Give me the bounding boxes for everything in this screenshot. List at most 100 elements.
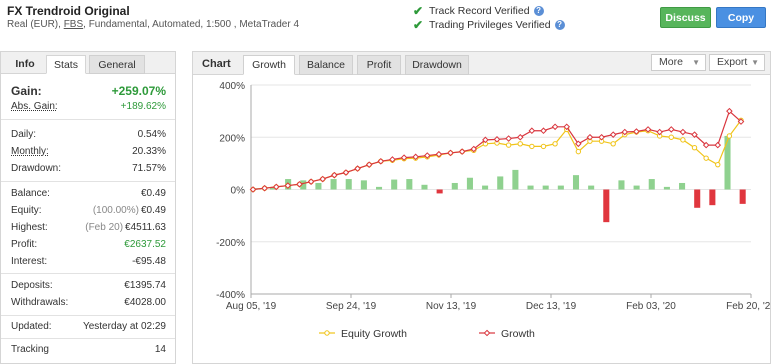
system-subtitle: Real (EUR), FBS, Fundamental, Automated,…	[7, 19, 300, 30]
profit-bar	[360, 180, 367, 190]
data-point	[656, 128, 663, 136]
monthly-row: Monthly: 20.33%	[11, 146, 166, 157]
profit-bar	[542, 185, 549, 190]
x-tick-label: Nov 13, '19	[426, 301, 477, 312]
data-point	[528, 127, 536, 135]
data-point	[714, 141, 722, 149]
help-icon[interactable]: ?	[554, 20, 565, 30]
data-point	[726, 133, 733, 139]
copy-button[interactable]: Copy	[716, 7, 766, 28]
profit-bar	[527, 185, 534, 190]
tab-drawdown[interactable]: Drawdown	[405, 55, 469, 75]
caret-down-icon: ▼	[751, 58, 759, 67]
stats-tabs: Info Stats General	[1, 52, 175, 74]
data-point	[610, 141, 616, 147]
highest-row: Highest: (Feb 20) €4511.63	[11, 222, 166, 233]
legend-label: Equity Growth	[341, 328, 407, 340]
series-line-growth	[252, 110, 742, 191]
divider	[1, 181, 175, 182]
profit-bar	[739, 189, 746, 204]
caret-down-icon: ▼	[692, 58, 700, 67]
track-record-verified: ✔ Track Record Verified ?	[413, 4, 544, 18]
system-title: FX Trendroid Original	[7, 4, 130, 18]
profit-bar	[557, 185, 564, 190]
broker-link[interactable]: FBS	[64, 19, 83, 30]
data-point	[680, 137, 686, 143]
profit-bar	[663, 186, 670, 190]
data-point	[551, 123, 559, 131]
chart-tabs: Chart Growth Balance Profit Drawdown Mor…	[193, 52, 770, 75]
y-tick-label: 0%	[231, 186, 246, 197]
stats-panel: Info Stats General Gain: +259.07% Abs. G…	[0, 51, 176, 364]
profit-bar	[572, 175, 580, 190]
profit-bar	[345, 179, 352, 190]
profit-bar	[648, 179, 655, 190]
data-point	[505, 142, 512, 148]
profit-bar	[482, 185, 489, 190]
profit-bar	[436, 189, 443, 194]
profit-bar	[451, 182, 458, 190]
profit-bar	[421, 184, 428, 190]
balance-row: Balance: €0.49	[11, 188, 166, 199]
profit-bar	[406, 179, 413, 190]
divider	[1, 315, 175, 316]
tab-general[interactable]: General	[89, 55, 145, 74]
x-tick-label: Aug 05, '19	[226, 301, 277, 312]
tab-profit[interactable]: Profit	[357, 55, 401, 75]
x-tick-label: Feb 03, '20	[626, 301, 676, 312]
profit-bar	[512, 169, 519, 190]
tab-balance[interactable]: Balance	[299, 55, 353, 75]
profit-bar	[694, 189, 701, 208]
x-tick-label: Sep 24, '19	[326, 301, 377, 312]
profit-bar	[315, 182, 322, 190]
profit-bar	[391, 179, 398, 190]
profit-bar	[618, 180, 625, 190]
tracking-row: Tracking 14	[11, 344, 166, 355]
profit-bar	[679, 182, 686, 190]
data-point	[586, 133, 594, 141]
abs-gain-value: +189.62%	[120, 101, 166, 112]
x-tick-label: Feb 20, '20	[726, 301, 770, 312]
tab-stats[interactable]: Stats	[46, 55, 86, 74]
data-point	[598, 133, 605, 141]
tab-info[interactable]: Info	[7, 55, 43, 74]
interest-row: Interest: -€95.48	[11, 256, 166, 267]
growth-chart[interactable]: 400% 200% 0% -200% -400%Aug 05, '19 Sep 24, '…	[193, 76, 770, 364]
chart-panel-label: Chart	[202, 58, 231, 70]
check-icon: ✔	[413, 4, 424, 18]
data-point	[679, 128, 687, 136]
divider	[1, 338, 175, 339]
legend-label: Growth	[501, 328, 535, 340]
more-dropdown[interactable]: More ▼	[651, 54, 706, 71]
discuss-button[interactable]: Discuss	[660, 7, 711, 28]
profit-row: Profit: €2637.52	[11, 239, 166, 250]
data-point	[552, 141, 558, 147]
chart-panel: Chart Growth Balance Profit Drawdown Mor…	[192, 51, 771, 364]
tab-growth[interactable]: Growth	[243, 55, 295, 75]
data-point	[715, 161, 721, 168]
equity-row: Equity: (100.00%) €0.49	[11, 205, 166, 216]
data-point	[667, 126, 675, 133]
y-tick-label: -400%	[216, 290, 245, 301]
profit-bar	[330, 179, 337, 190]
y-tick-label: 400%	[219, 81, 245, 92]
data-point	[516, 133, 524, 141]
data-point	[703, 155, 709, 161]
gain-value: +259.07%	[111, 84, 166, 98]
data-point	[691, 145, 698, 151]
y-tick-label: -200%	[216, 238, 245, 249]
profit-bar	[709, 189, 716, 206]
profit-bar	[466, 177, 473, 190]
legend-marker	[324, 330, 330, 336]
profit-bar	[497, 176, 504, 190]
data-point	[575, 148, 582, 155]
trading-privileges-verified: ✔ Trading Privileges Verified ?	[413, 18, 565, 32]
drawdown-row: Drawdown: 71.57%	[11, 163, 166, 174]
data-point	[609, 131, 617, 138]
profit-bar	[588, 185, 595, 190]
divider	[1, 273, 175, 274]
divider	[1, 119, 175, 120]
help-icon[interactable]: ?	[533, 6, 544, 16]
export-dropdown[interactable]: Export ▼	[709, 54, 765, 71]
legend-marker	[483, 329, 491, 337]
